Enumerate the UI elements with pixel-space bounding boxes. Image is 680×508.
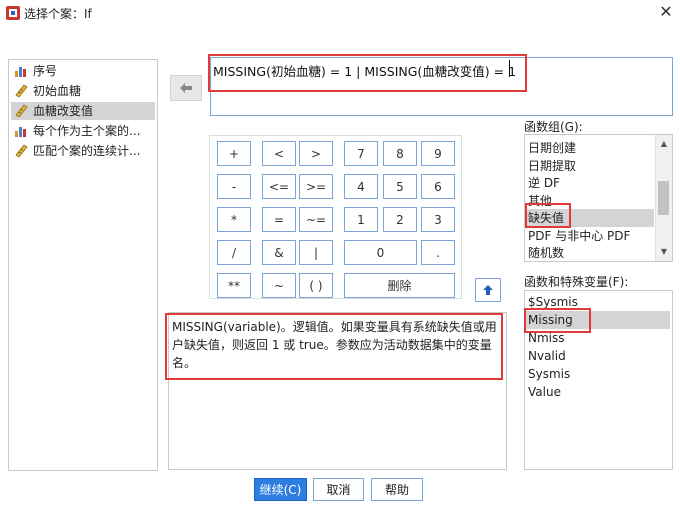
function-group-item[interactable]: PDF 与非中心 PDF <box>528 227 630 245</box>
function-group-item[interactable]: 随机数 <box>528 244 564 261</box>
window-title: 选择个案：If <box>24 7 92 21</box>
special-vars-label: 函数和特殊变量(F): <box>524 275 629 289</box>
ruler-icon <box>14 84 28 98</box>
key-or[interactable]: | <box>299 240 333 265</box>
key-ne[interactable]: ~= <box>299 207 333 232</box>
ruler-icon <box>14 144 28 158</box>
function-group-item[interactable]: 日期创建 <box>528 139 576 157</box>
scale-bar-icon <box>14 64 28 78</box>
variable-item[interactable]: 序号 <box>11 62 155 80</box>
variable-item[interactable]: 匹配个案的连续计... <box>11 142 155 160</box>
key-4[interactable]: 4 <box>344 174 378 199</box>
key-delete[interactable]: 删除 <box>344 273 455 298</box>
scroll-down-icon[interactable]: ▼ <box>656 245 672 259</box>
scroll-up-icon[interactable]: ▲ <box>656 137 672 151</box>
function-group-item[interactable]: 日期提取 <box>528 157 576 175</box>
key-1[interactable]: 1 <box>344 207 378 232</box>
key-8[interactable]: 8 <box>383 141 417 166</box>
key-greater[interactable]: > <box>299 141 333 166</box>
key-0[interactable]: 0 <box>344 240 417 265</box>
function-group-label: 函数组(G): <box>524 120 583 134</box>
key-5[interactable]: 5 <box>383 174 417 199</box>
description-highlight <box>165 313 503 380</box>
variable-item[interactable]: 血糖改变值 <box>11 102 155 120</box>
continue-button[interactable]: 继续(C) <box>254 478 307 501</box>
function-group-item[interactable]: 逆 DF <box>528 174 560 192</box>
key-divide[interactable]: / <box>217 240 251 265</box>
variable-list[interactable]: 序号初始血糖血糖改变值每个作为主个案的... 匹配个案的连续计... <box>8 59 158 471</box>
arrow-up-icon <box>483 285 493 295</box>
cancel-button[interactable]: 取消 <box>313 478 364 501</box>
key-parentheses[interactable]: ( ) <box>299 273 333 298</box>
move-up-button[interactable] <box>475 278 501 302</box>
variable-item[interactable]: 每个作为主个案的... <box>11 122 155 140</box>
scale-bar-icon <box>14 124 28 138</box>
key-6[interactable]: 6 <box>421 174 455 199</box>
expression-highlight <box>208 54 527 92</box>
key-ge[interactable]: >= <box>299 174 333 199</box>
special-var-highlight <box>524 308 591 333</box>
title-bar <box>0 0 680 26</box>
close-icon[interactable]: ✕ <box>656 2 676 22</box>
key-minus[interactable]: - <box>217 174 251 199</box>
scroll-thumb[interactable] <box>658 181 669 215</box>
special-var-item[interactable]: Sysmis <box>528 365 570 383</box>
variable-label: 匹配个案的连续计... <box>33 144 141 158</box>
function-group-list[interactable]: ▲ ▼ 日期创建 日期提取逆 DF 其他 缺失值 PDF 与非中心 PDF 随机数 <box>524 134 673 262</box>
key-7[interactable]: 7 <box>344 141 378 166</box>
key-decimal[interactable]: . <box>421 240 455 265</box>
app-icon <box>6 6 20 20</box>
help-button[interactable]: 帮助 <box>371 478 423 501</box>
key-power[interactable]: ** <box>217 273 251 298</box>
variable-label: 血糖改变值 <box>33 104 94 118</box>
special-var-item[interactable]: Value <box>528 383 561 401</box>
move-variable-button[interactable] <box>170 75 202 101</box>
function-group-highlight <box>525 203 571 228</box>
key-equal[interactable]: = <box>262 207 296 232</box>
special-var-item[interactable]: Nvalid <box>528 347 566 365</box>
key-times[interactable]: * <box>217 207 251 232</box>
key-le[interactable]: <= <box>262 174 296 199</box>
scrollbar[interactable]: ▲ ▼ <box>655 135 672 261</box>
key-3[interactable]: 3 <box>421 207 455 232</box>
variable-item[interactable]: 初始血糖 <box>11 82 155 100</box>
key-less[interactable]: < <box>262 141 296 166</box>
key-and[interactable]: & <box>262 240 296 265</box>
key-9[interactable]: 9 <box>421 141 455 166</box>
key-2[interactable]: 2 <box>383 207 417 232</box>
key-not[interactable]: ~ <box>262 273 296 298</box>
variable-label: 序号 <box>33 64 58 78</box>
ruler-icon <box>14 104 28 118</box>
variable-label: 初始血糖 <box>33 84 82 98</box>
variable-label: 每个作为主个案的... <box>33 124 141 138</box>
key-plus[interactable]: + <box>217 141 251 166</box>
arrow-left-icon <box>180 83 192 93</box>
